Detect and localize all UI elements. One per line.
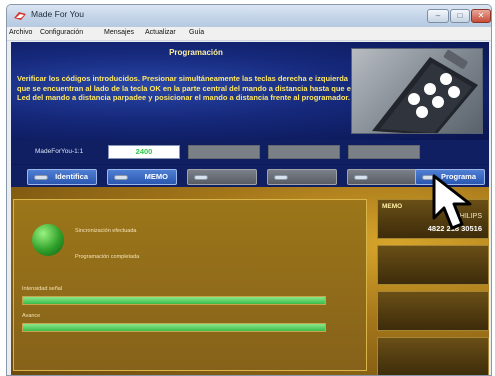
memo-slot-3[interactable] bbox=[377, 291, 489, 331]
minimize-button[interactable]: – bbox=[427, 9, 449, 23]
device-id-label: MadeForYou-1:1 bbox=[35, 148, 84, 155]
identifica-label: Identifica bbox=[55, 172, 88, 181]
memo-label: MEMO bbox=[144, 172, 168, 181]
signal-strength-fill bbox=[23, 297, 325, 304]
menu-configuracion[interactable]: Configuración bbox=[40, 29, 83, 36]
programming-status-text: Programación completada bbox=[75, 254, 140, 260]
memo-card-title: MEMO bbox=[382, 203, 403, 210]
main-content: Programación Verificar los códigos intro… bbox=[11, 42, 489, 375]
empty-field-3 bbox=[348, 145, 420, 159]
close-button[interactable]: ✕ bbox=[471, 9, 491, 23]
button-indicator-icon bbox=[34, 175, 48, 180]
green-status-orb-icon bbox=[32, 224, 64, 256]
blank-button-2[interactable] bbox=[267, 169, 337, 185]
banner-title: Programación bbox=[169, 48, 223, 57]
title-bar[interactable]: Made For You – □ ✕ bbox=[7, 5, 491, 27]
progress-label: Avance bbox=[22, 313, 41, 319]
mouse-pointer-icon bbox=[432, 174, 472, 230]
app-window: Made For You – □ ✕ Archivo Configuración… bbox=[6, 4, 492, 376]
menu-bar: Archivo Configuración Mensajes Actualiza… bbox=[7, 27, 491, 41]
instruction-text: Verificar los códigos introducidos. Pres… bbox=[17, 74, 353, 103]
programming-status-panel: Sincronización efectuada Programación co… bbox=[13, 199, 367, 371]
blank-button-3[interactable] bbox=[347, 169, 417, 185]
signal-strength-label: Intensidad señal bbox=[22, 286, 63, 292]
instruction-banner: Programación Verificar los códigos intro… bbox=[11, 42, 489, 140]
sync-status-text: Sincronización efectuada bbox=[75, 228, 137, 234]
menu-mensajes[interactable]: Mensajes bbox=[104, 29, 134, 36]
remote-control-photo bbox=[351, 48, 483, 134]
button-indicator-icon bbox=[114, 175, 128, 180]
memo-slot-2[interactable] bbox=[377, 245, 489, 285]
code-field[interactable]: 2400 bbox=[108, 145, 180, 159]
signal-strength-bar bbox=[22, 296, 326, 305]
memo-slot-4[interactable] bbox=[377, 337, 489, 375]
progress-fill bbox=[23, 324, 325, 331]
menu-guia[interactable]: Guía bbox=[189, 29, 204, 36]
function-button-row: Identifica MEMO Programa bbox=[11, 165, 489, 187]
window-title: Made For You bbox=[31, 9, 84, 19]
id-row: MadeForYou-1:1 2400 bbox=[11, 140, 489, 164]
menu-actualizar[interactable]: Actualizar bbox=[145, 29, 176, 36]
blank-button-1[interactable] bbox=[187, 169, 257, 185]
button-indicator-icon bbox=[274, 175, 288, 180]
button-indicator-icon bbox=[354, 175, 368, 180]
maximize-button[interactable]: □ bbox=[450, 9, 470, 23]
app-icon bbox=[14, 12, 26, 20]
memo-button[interactable]: MEMO bbox=[107, 169, 177, 185]
status-area: Sincronización efectuada Programación co… bbox=[11, 187, 489, 375]
progress-bar bbox=[22, 323, 326, 332]
menu-archivo[interactable]: Archivo bbox=[9, 29, 32, 36]
empty-field-1 bbox=[188, 145, 260, 159]
remote-control-icon bbox=[372, 50, 478, 133]
button-indicator-icon bbox=[194, 175, 208, 180]
empty-field-2 bbox=[268, 145, 340, 159]
identifica-button[interactable]: Identifica bbox=[27, 169, 97, 185]
